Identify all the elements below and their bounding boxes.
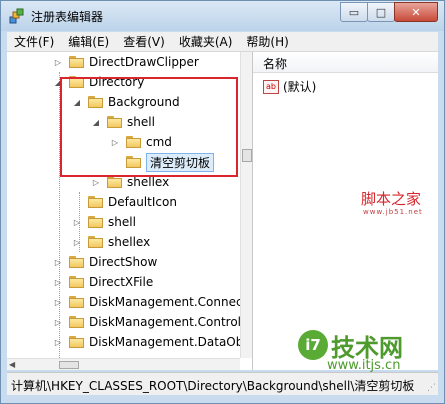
status-path: 计算机\HKEY_CLASSES_ROOT\Directory\Backgrou…	[11, 379, 415, 393]
tree-item-label: cmd	[146, 135, 172, 149]
folder-icon	[69, 56, 84, 68]
key-tree[interactable]: ▷ DirectDrawClipper ◢ Directory ◢ Backgr…	[7, 52, 253, 370]
tree-item-label: DefaultIcon	[108, 195, 177, 209]
tree-item-cmd[interactable]: ▷ cmd	[110, 132, 172, 152]
tree-item-defaulticon[interactable]: DefaultIcon	[72, 192, 177, 212]
scrollbar-thumb[interactable]	[242, 149, 252, 162]
tree-item-clear-clipboard[interactable]: 清空剪切板	[110, 152, 215, 172]
scrollbar-thumb[interactable]	[59, 361, 79, 369]
tree-item-shellex[interactable]: ▷ shellex	[72, 232, 150, 252]
tree-item-label: shell	[108, 215, 136, 229]
window-title: 注册表编辑器	[31, 10, 104, 24]
tree-item-label: DirectDrawClipper	[89, 55, 199, 69]
close-button[interactable]: ✕	[394, 2, 438, 22]
folder-icon	[69, 296, 84, 308]
status-bar: 计算机\HKEY_CLASSES_ROOT\Directory\Backgrou…	[7, 372, 438, 395]
watermark-jb51: 脚本之家	[361, 190, 422, 208]
folder-icon	[107, 176, 122, 188]
registry-editor-window: 注册表编辑器 ▭ □ ✕ 文件(F) 编辑(E) 查看(V) 收藏夹(A) 帮助…	[0, 0, 445, 404]
menu-edit[interactable]: 编辑(E)	[61, 33, 116, 50]
folder-icon	[69, 76, 84, 88]
tree-item-label: shellex	[127, 175, 170, 189]
folder-icon	[88, 196, 103, 208]
tree-item-background[interactable]: ◢ Background	[72, 92, 180, 112]
expand-arrow-icon[interactable]: ▷	[53, 57, 63, 67]
expand-arrow-icon[interactable]: ▷	[53, 297, 63, 307]
tree-item-label: shellex	[108, 235, 151, 249]
tree-item-directxfile[interactable]: ▷ DirectXFile	[53, 272, 153, 292]
expand-arrow-icon[interactable]: ▷	[91, 177, 101, 187]
tree-item-diskmanagement-control[interactable]: ▷ DiskManagement.Control	[53, 312, 241, 332]
tree-item-label: DirectXFile	[89, 275, 154, 289]
tree-item-label: DiskManagement.Connection	[89, 295, 253, 309]
string-value-icon: ab	[263, 79, 279, 94]
tree-horizontal-scrollbar[interactable]: ◀	[7, 358, 240, 370]
tree-item-diskmanagement-dataobject[interactable]: ▷ DiskManagement.DataObject	[53, 332, 253, 352]
folder-icon	[69, 336, 84, 348]
expand-arrow-icon[interactable]: ▷	[110, 137, 120, 147]
column-header-label: 名称	[263, 57, 288, 71]
tree-item-shellex[interactable]: ▷ shellex	[91, 172, 169, 192]
value-name: (默认)	[283, 80, 317, 94]
expand-arrow-icon[interactable]: ▷	[53, 257, 63, 267]
folder-icon	[107, 116, 122, 128]
tree-item-label: DiskManagement.Control	[89, 315, 242, 329]
menu-file[interactable]: 文件(F)	[7, 33, 61, 50]
watermark-jb51-url: www.jb51.net	[363, 208, 423, 216]
menu-favorites[interactable]: 收藏夹(A)	[172, 33, 240, 50]
tree-item-label-selected: 清空剪切板	[146, 152, 215, 172]
tree-vertical-scrollbar[interactable]	[240, 52, 252, 358]
watermark-itjs-logo-icon: i7	[298, 330, 328, 360]
folder-icon	[126, 136, 141, 148]
folder-icon	[69, 256, 84, 268]
expand-arrow-icon[interactable]: ▷	[53, 337, 63, 347]
maximize-button[interactable]: □	[367, 2, 395, 22]
folder-icon	[69, 276, 84, 288]
collapse-arrow-icon[interactable]: ◢	[91, 117, 101, 127]
tree-item-directshow[interactable]: ▷ DirectShow	[53, 252, 157, 272]
folder-icon	[88, 236, 103, 248]
title-bar[interactable]: 注册表编辑器 ▭ □ ✕	[1, 1, 444, 31]
tree-item-label: Background	[108, 95, 180, 109]
collapse-arrow-icon[interactable]: ◢	[72, 97, 82, 107]
tree-item-shell[interactable]: ◢ shell	[91, 112, 155, 132]
menu-help[interactable]: 帮助(H)	[239, 33, 295, 50]
tree-item-directdrawclipper[interactable]: ▷ DirectDrawClipper	[53, 52, 199, 72]
expand-arrow-icon[interactable]: ▷	[72, 237, 82, 247]
tree-item-directory[interactable]: ◢ Directory	[53, 72, 144, 92]
value-row-default[interactable]: ab (默认)	[263, 78, 316, 95]
tree-item-label: DirectShow	[89, 255, 158, 269]
folder-icon	[88, 216, 103, 228]
window-controls: ▭ □ ✕	[340, 2, 438, 22]
tree-item-diskmanagement-connection[interactable]: ▷ DiskManagement.Connection	[53, 292, 253, 312]
tree-item-shell[interactable]: ▷ shell	[72, 212, 136, 232]
expand-arrow-icon[interactable]: ▷	[72, 217, 82, 227]
watermark-itjs-url: www.itjs.cn	[327, 358, 401, 373]
expand-arrow-icon[interactable]: ▷	[53, 277, 63, 287]
collapse-arrow-icon[interactable]: ◢	[53, 77, 63, 87]
menu-view[interactable]: 查看(V)	[116, 33, 172, 50]
minimize-button[interactable]: ▭	[340, 2, 368, 22]
folder-icon	[69, 316, 84, 328]
expand-arrow-icon[interactable]: ▷	[53, 317, 63, 327]
regedit-icon	[9, 8, 24, 24]
tree-item-label: Directory	[89, 75, 145, 89]
folder-icon	[126, 156, 141, 168]
column-header-name[interactable]: 名称	[253, 52, 438, 73]
tree-item-label: shell	[127, 115, 155, 129]
scroll-left-arrow-icon[interactable]: ◀	[9, 360, 15, 369]
folder-icon	[88, 96, 103, 108]
resize-grip-icon[interactable]: ⋰	[427, 383, 436, 393]
menu-bar: 文件(F) 编辑(E) 查看(V) 收藏夹(A) 帮助(H)	[7, 32, 438, 52]
tree-item-label: DiskManagement.DataObject	[89, 335, 253, 349]
